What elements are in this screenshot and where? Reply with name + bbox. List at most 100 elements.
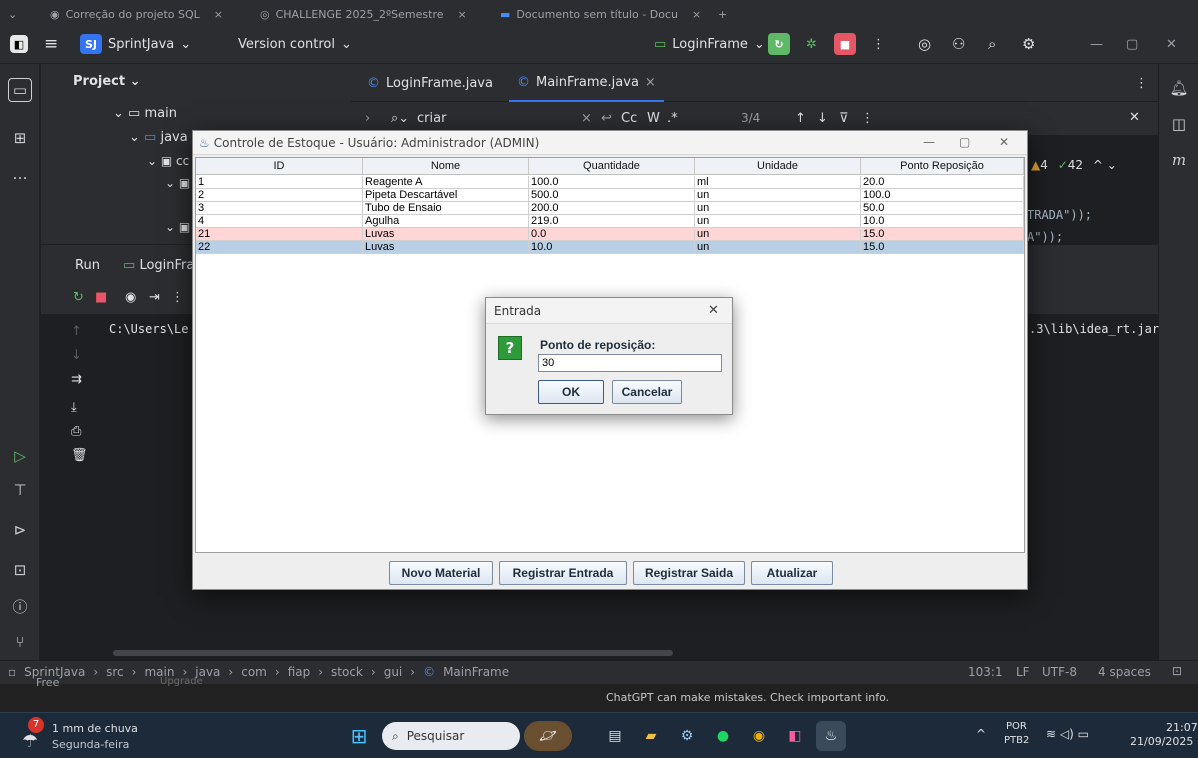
spotify-icon[interactable]: ●	[708, 721, 738, 751]
table-cell[interactable]: 0.0	[529, 228, 695, 241]
file-explorer-icon[interactable]: ▰	[636, 721, 666, 751]
tree-node[interactable]: ⌄ ▣	[165, 176, 190, 190]
browser-tab[interactable]: ◎ CHALLENGE 2025_2ºSemestre ×	[260, 5, 490, 24]
scroll-end-icon[interactable]: ⤓	[71, 400, 77, 415]
task-view-icon[interactable]: ▤	[600, 721, 630, 751]
browser-tab[interactable]: ◉ Correção do projeto SQL ×	[50, 5, 250, 24]
clear-icon[interactable]: ×	[581, 111, 592, 126]
taskbar-search[interactable]: ⌕ Pesquisar	[382, 722, 520, 750]
table-cell[interactable]: 219.0	[529, 215, 695, 228]
maximize-icon[interactable]: ▢	[959, 135, 970, 149]
table-cell[interactable]: 100.0	[529, 176, 695, 189]
maven-icon[interactable]: m	[1167, 148, 1191, 172]
unlock-icon[interactable]: ⊡	[1172, 664, 1182, 678]
table-cell[interactable]: Agulha	[363, 215, 529, 228]
column-header[interactable]: Nome	[363, 158, 529, 175]
close-icon[interactable]: ✕	[999, 135, 1009, 149]
rerun-icon[interactable]: ↻	[73, 290, 84, 305]
column-header[interactable]: Quantidade	[529, 158, 695, 175]
ai-assistant-icon[interactable]: ◎	[918, 24, 931, 64]
clear-console-icon[interactable]: 🗑︎	[71, 448, 88, 463]
tree-node[interactable]: ⌄ ▣	[165, 220, 190, 234]
table-cell[interactable]: 3	[196, 202, 363, 215]
refresh-button[interactable]: Atualizar	[751, 561, 833, 585]
chrome-icon[interactable]: ◉	[744, 721, 774, 751]
caret-position[interactable]: 103:1	[968, 665, 1003, 679]
maximize-icon[interactable]: ▢	[1126, 24, 1138, 64]
rerun-button[interactable]: ↻	[768, 24, 790, 64]
project-folder-icon[interactable]: ▭	[8, 78, 32, 102]
table-row[interactable]: 21 Luvas 0.0 un 15.0	[196, 228, 1024, 241]
soft-wrap-icon[interactable]: ⇉	[71, 372, 82, 387]
services-icon[interactable]: ⊳	[8, 518, 32, 542]
whole-word-toggle[interactable]: W	[647, 111, 660, 126]
clock-date[interactable]: 21/09/2025	[1130, 735, 1193, 748]
table-cell[interactable]: un	[695, 241, 861, 254]
dialog-title-bar[interactable]: Entrada ✕	[486, 298, 732, 324]
run-tool-icon[interactable]: ▷	[8, 444, 32, 468]
file-encoding[interactable]: UTF-8	[1042, 665, 1077, 679]
more-actions-icon[interactable]: ⋮	[872, 24, 885, 64]
breadcrumb-item[interactable]: MainFrame	[443, 665, 509, 679]
register-entry-button[interactable]: Registrar Entrada	[499, 561, 627, 585]
version-control-menu[interactable]: Version control ⌄	[238, 24, 352, 64]
build-icon[interactable]: ⊤	[8, 478, 32, 502]
table-cell[interactable]: 100.0	[861, 189, 1024, 202]
tree-node[interactable]: ⌄ ▭ main	[113, 106, 177, 121]
minimize-icon[interactable]: —	[1090, 24, 1103, 64]
scroll-down-icon[interactable]: ↓	[71, 348, 82, 363]
stop-button[interactable]: ■	[834, 24, 856, 64]
expand-replace-icon[interactable]: ›	[365, 111, 370, 126]
exit-icon[interactable]: ⇥	[149, 290, 160, 305]
breadcrumb-item[interactable]: fiap	[288, 665, 311, 679]
table-cell[interactable]: 50.0	[861, 202, 1024, 215]
table-row[interactable]: 1 Reagente A 100.0 ml 20.0	[196, 176, 1024, 189]
table-cell[interactable]: 4	[196, 215, 363, 228]
upgrade-link[interactable]: Upgrade	[160, 676, 203, 687]
match-case-toggle[interactable]: Cc	[621, 111, 637, 126]
reorder-point-input[interactable]: 30	[538, 354, 722, 372]
intellij-icon[interactable]: ◧	[780, 721, 810, 751]
git-icon[interactable]: ⑂	[8, 630, 32, 654]
browser-menu-icon[interactable]: ⌄	[8, 5, 36, 24]
minimize-icon[interactable]: —	[923, 135, 935, 149]
indent-setting[interactable]: 4 spaces	[1098, 665, 1151, 679]
table-cell[interactable]: Luvas	[363, 241, 529, 254]
ok-button[interactable]: OK	[538, 380, 604, 404]
tree-node[interactable]: ⌄ ▣ cc	[147, 154, 189, 168]
find-input[interactable]: criar	[417, 111, 446, 126]
cancel-button[interactable]: Cancelar	[612, 380, 682, 404]
project-panel-title[interactable]: Project ⌄	[73, 74, 141, 89]
table-cell[interactable]: 10.0	[861, 215, 1024, 228]
register-exit-button[interactable]: Registrar Saida	[633, 561, 745, 585]
table-cell[interactable]: Tubo de Ensaio	[363, 202, 529, 215]
close-icon[interactable]: ✕	[1166, 24, 1177, 64]
table-cell[interactable]: un	[695, 215, 861, 228]
prev-match-icon[interactable]: ↑	[795, 111, 806, 126]
steam-icon[interactable]: ⚙	[672, 721, 702, 751]
tab-mainframe[interactable]: © MainFrame.java ×	[509, 64, 664, 102]
tab-loginframe[interactable]: © LoginFrame.java	[367, 64, 493, 102]
more-tools-icon[interactable]: …	[8, 162, 32, 186]
new-material-button[interactable]: Novo Material	[389, 561, 493, 585]
table-cell[interactable]: 1	[196, 176, 363, 189]
tree-node[interactable]: ⌄ ▭ java	[129, 130, 188, 145]
table-cell[interactable]: 2	[196, 189, 363, 202]
tab-close-icon[interactable]: ×	[458, 8, 467, 21]
new-tab-button[interactable]: +	[718, 5, 738, 24]
add-user-icon[interactable]: ⚇	[952, 24, 965, 64]
breadcrumb-item[interactable]: src	[106, 665, 124, 679]
terminal-icon[interactable]: ⊡	[8, 558, 32, 582]
window-title-bar[interactable]: ♨ Controle de Estoque - Usuário: Adminis…	[193, 131, 1027, 155]
stop-icon[interactable]: ■	[95, 290, 107, 305]
tab-options-icon[interactable]: ⋮	[1135, 64, 1148, 102]
widget-planet-icon[interactable]: 🪐︎	[524, 721, 572, 751]
close-icon[interactable]: ✕	[708, 303, 719, 318]
scroll-up-icon[interactable]: ↑	[71, 324, 82, 339]
table-cell[interactable]: 22	[196, 241, 363, 254]
table-cell[interactable]: ml	[695, 176, 861, 189]
run-config-tab[interactable]: ▭ LoginFra	[123, 258, 194, 273]
table-cell[interactable]: un	[695, 189, 861, 202]
browser-tab[interactable]: ▬ Documento sem título - Docu ×	[500, 5, 710, 24]
table-row[interactable]: 4 Agulha 219.0 un 10.0	[196, 215, 1024, 228]
